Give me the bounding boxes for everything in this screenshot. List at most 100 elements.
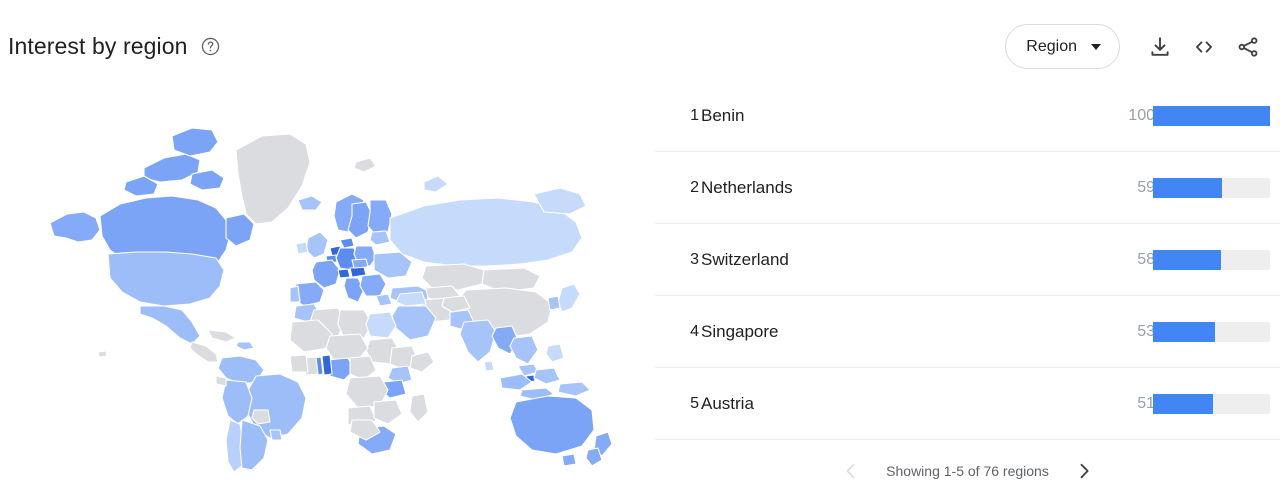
country-ivory-coast[interactable] (289, 354, 309, 373)
country-canada-arctic-4[interactable] (189, 169, 225, 191)
region-value: 59 (1137, 178, 1155, 196)
title-group: Interest by region (8, 30, 221, 62)
country-novaya-zemlya[interactable] (423, 175, 449, 193)
help-circle-icon[interactable] (200, 36, 221, 57)
country-india[interactable] (459, 319, 497, 363)
country-czechia[interactable] (351, 258, 369, 269)
chevron-right-icon (1080, 463, 1089, 479)
table-row[interactable]: 3 Switzerland 58 (655, 224, 1280, 296)
country-ireland[interactable] (295, 241, 309, 255)
panel-header: Interest by region Region (0, 0, 1280, 90)
chevron-left-icon (846, 463, 855, 479)
country-egypt[interactable] (365, 311, 397, 339)
country-ecuador[interactable] (215, 375, 227, 387)
region-name: Netherlands (701, 177, 793, 197)
embed-button[interactable] (1182, 25, 1226, 69)
world-choropleth-map[interactable] (40, 90, 615, 480)
country-australia[interactable] (509, 395, 595, 455)
region-value: 58 (1137, 250, 1155, 268)
region-bar-track (1153, 249, 1270, 270)
country-japan[interactable] (557, 283, 581, 313)
region-bar-track (1153, 177, 1270, 198)
country-finland[interactable] (367, 199, 393, 237)
country-korea[interactable] (547, 295, 561, 311)
country-united-states[interactable] (107, 251, 225, 307)
country-portugal[interactable] (289, 285, 301, 303)
share-icon (1238, 36, 1258, 57)
chevron-down-icon (1091, 43, 1101, 50)
region-bar-fill (1153, 177, 1223, 198)
country-alaska[interactable] (49, 211, 101, 243)
code-embed-icon (1196, 40, 1212, 53)
pagination-label: Showing 1-5 of 76 regions (886, 463, 1049, 479)
country-united-kingdom[interactable] (305, 231, 329, 259)
country-iraq-syria[interactable] (395, 291, 427, 307)
region-bar-fill (1153, 105, 1270, 126)
country-balkans[interactable] (359, 273, 387, 297)
region-list-panel: 1 Benin 100 2 Netherlands 59 3 Switzerla… (655, 80, 1280, 500)
country-cuba[interactable] (207, 329, 237, 343)
country-niger-chad[interactable] (325, 333, 369, 361)
region-select-dropdown[interactable]: Region (1005, 24, 1120, 69)
download-button[interactable] (1138, 25, 1182, 69)
country-greenland[interactable] (235, 133, 311, 225)
region-bar-track (1153, 321, 1270, 342)
country-papua-new-guinea[interactable] (557, 381, 591, 397)
region-bar-fill (1153, 249, 1221, 270)
country-uruguay[interactable] (269, 429, 283, 441)
country-thailand-vietnam[interactable] (509, 335, 539, 365)
country-benin[interactable] (321, 354, 333, 376)
region-name: Benin (701, 105, 745, 125)
region-value: 51 (1137, 394, 1155, 412)
table-row[interactable]: 1 Benin 100 (655, 80, 1280, 152)
country-cuba-small[interactable] (97, 350, 108, 358)
region-ranking-list: 1 Benin 100 2 Netherlands 59 3 Switzerla… (655, 80, 1280, 440)
region-value: 53 (1137, 322, 1155, 340)
country-sri-lanka[interactable] (483, 360, 495, 372)
region-value: 100 (1128, 106, 1155, 124)
region-name: Singapore (701, 321, 779, 341)
share-button[interactable] (1226, 25, 1270, 69)
header-controls: Region (1005, 24, 1270, 69)
map-countries (49, 127, 613, 473)
table-row[interactable]: 4 Singapore 53 (655, 296, 1280, 368)
country-baltics[interactable] (369, 230, 391, 246)
country-svalbard[interactable] (353, 157, 377, 173)
country-hispaniola[interactable] (235, 341, 255, 351)
country-philippines[interactable] (545, 343, 565, 363)
download-icon (1151, 36, 1169, 56)
region-bar-track (1153, 105, 1270, 126)
country-kazakhstan[interactable] (421, 263, 485, 291)
region-select-label: Region (1026, 37, 1077, 55)
region-rank: 2 (690, 178, 699, 196)
country-borneo[interactable] (533, 367, 561, 385)
country-mexico[interactable] (139, 305, 201, 345)
country-denmark[interactable] (339, 237, 355, 249)
country-central-america[interactable] (189, 341, 219, 363)
country-iceland[interactable] (297, 195, 323, 211)
pagination-prev-button[interactable] (838, 458, 864, 484)
table-row[interactable]: 5 Austria 51 (655, 368, 1280, 440)
region-rank: 5 (690, 394, 699, 412)
country-canada-arctic-2[interactable] (171, 127, 219, 157)
region-rank: 4 (690, 322, 699, 340)
region-rank: 3 (690, 250, 699, 268)
country-saudi-arabia[interactable] (391, 305, 437, 341)
page-title: Interest by region (8, 33, 188, 59)
country-canada-labrador[interactable] (225, 213, 255, 247)
pagination-next-button[interactable] (1071, 458, 1097, 484)
region-bar-fill (1153, 321, 1215, 342)
country-switzerland[interactable] (337, 268, 351, 279)
country-tasmania[interactable] (561, 453, 577, 467)
table-row[interactable]: 2 Netherlands 59 (655, 152, 1280, 224)
world-map-panel[interactable] (0, 80, 655, 500)
country-zambia-zimbabwe[interactable] (373, 399, 403, 425)
region-name: Austria (701, 393, 754, 413)
region-rank: 1 (690, 106, 699, 124)
region-bar-track (1153, 393, 1270, 414)
country-peru-bolivia[interactable] (221, 379, 253, 425)
region-bar-fill (1153, 393, 1213, 414)
country-greece[interactable] (375, 293, 393, 307)
country-madagascar[interactable] (409, 393, 429, 423)
pagination: Showing 1-5 of 76 regions (655, 442, 1280, 500)
